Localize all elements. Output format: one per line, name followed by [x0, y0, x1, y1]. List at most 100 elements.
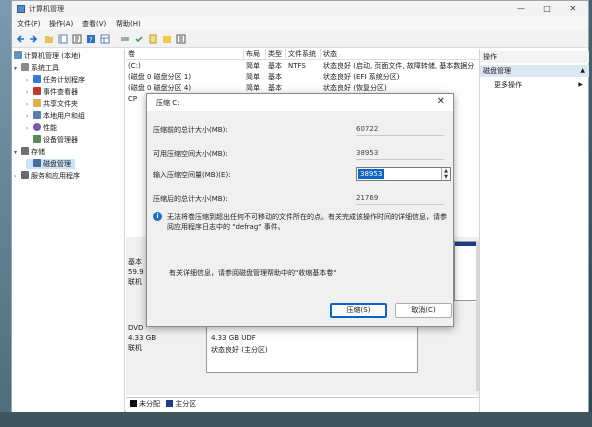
tree-item-label: 共享文件夹	[43, 100, 78, 108]
dvd-status: 联机	[128, 344, 142, 352]
volume-layout: 简单	[246, 62, 260, 70]
actions-section-label: 磁盘管理	[483, 67, 511, 75]
volume-status: 状态良好 (启动, 页面文件, 故障转储, 基本数据分	[323, 62, 475, 70]
chevron-right-icon[interactable]: ›	[26, 101, 33, 108]
chevron-right-icon[interactable]: ›	[26, 89, 33, 96]
volume-row[interactable]: (C:) 简单 基本 NTFS 状态良好 (启动, 页面文件, 故障转储, 基本…	[126, 61, 479, 72]
shrink-amount-label: 输入压缩空间量(MB)(E):	[153, 171, 231, 179]
disk-icon[interactable]	[120, 34, 130, 44]
info-text: 无法将卷压缩到超出任何不可移动的文件所在的点。有关完成该操作时间的详细信息，请参…	[167, 213, 447, 231]
tree-item-label: 事件查看器	[43, 88, 78, 96]
volume-layout: 简单	[246, 73, 260, 81]
primary-swatch-icon	[166, 400, 174, 407]
column-header-layout[interactable]: 布局	[244, 49, 266, 60]
spinner-arrows-icon[interactable]: ▲ ▼	[441, 168, 450, 180]
partition-bar	[455, 242, 477, 246]
properties-icon[interactable]	[72, 34, 82, 44]
chevron-down-icon[interactable]: ▾	[14, 65, 21, 72]
volume-name: (磁盘 0 磁盘分区 1)	[128, 73, 192, 81]
users-icon	[33, 111, 41, 119]
volume-name: CP	[128, 95, 138, 103]
dialog-title-bar: 压缩 C: ✕	[147, 94, 453, 111]
show-tree-icon[interactable]	[58, 34, 68, 44]
chevron-down-icon[interactable]: ▾	[14, 149, 21, 156]
legend: 未分配 主分区	[126, 397, 479, 410]
cancel-button[interactable]: 取消(C)	[395, 303, 452, 318]
services-icon	[21, 171, 29, 179]
chevron-right-icon[interactable]: ›	[26, 113, 33, 120]
menu-action[interactable]: 操作(A)	[49, 19, 73, 29]
tree-item-label: 系统工具	[31, 64, 59, 72]
tree-item-performance[interactable]: › 性能	[26, 123, 57, 133]
tree-item-shared-folders[interactable]: › 共享文件夹	[26, 99, 78, 109]
device-manager-icon	[33, 135, 41, 143]
tree-item-services-apps[interactable]: › 服务和应用程序	[14, 171, 80, 181]
actions-section-disk-management[interactable]: 磁盘管理 ▲	[480, 65, 589, 77]
tree-item-system-tools[interactable]: ▾ 系统工具	[14, 63, 59, 73]
submenu-arrow-icon: ▶	[578, 81, 583, 88]
tree-item-disk-management[interactable]: 磁盘管理	[26, 159, 75, 169]
menu-help[interactable]: 帮助(H)	[116, 19, 141, 29]
dvd-size: 4.33 GB	[128, 334, 157, 342]
volume-type: 基本	[268, 73, 282, 81]
open-icon[interactable]	[162, 34, 172, 44]
forward-arrow-icon[interactable]	[28, 34, 38, 44]
menu-view[interactable]: 查看(V)	[82, 19, 106, 29]
dvd-info[interactable]: DVD 4.33 GB 联机	[128, 323, 188, 353]
shrink-amount-value: 38953	[358, 169, 385, 179]
check-icon[interactable]	[134, 34, 144, 44]
after-size-label: 压缩后的总计大小(MB):	[153, 195, 228, 203]
menu-file[interactable]: 文件(F)	[17, 19, 41, 29]
collapse-up-icon[interactable]: ▲	[580, 65, 585, 77]
shrink-amount-input[interactable]: 38953 ▲ ▼	[356, 167, 451, 181]
shared-folder-icon	[33, 99, 41, 107]
legend-unallocated: 未分配	[139, 400, 160, 408]
tree-item-device-manager[interactable]: 设备管理器	[26, 135, 78, 145]
up-folder-icon[interactable]	[44, 34, 54, 44]
dialog-close-button[interactable]: ✕	[437, 96, 445, 107]
column-header-status[interactable]: 状态	[321, 49, 479, 60]
chevron-right-icon[interactable]: ›	[26, 77, 33, 84]
menu-bar: 文件(F) 操作(A) 查看(V) 帮助(H)	[12, 17, 588, 30]
tree-item-storage[interactable]: ▾ 存储	[14, 147, 45, 157]
computer-icon	[14, 51, 22, 59]
tree-item-label: 本地用户和组	[43, 112, 85, 120]
svg-text:?: ?	[89, 36, 93, 44]
title-bar: 计算机管理 — □ ✕	[12, 1, 588, 17]
minimize-button[interactable]: —	[510, 3, 532, 15]
disk-management-icon	[33, 159, 41, 167]
tree-item-task-scheduler[interactable]: › 任务计划程序	[26, 75, 85, 85]
shrink-amount-row: 输入压缩空间量(MB)(E): 38953 ▲ ▼	[153, 167, 451, 181]
event-viewer-icon	[33, 87, 41, 95]
desktop-strip	[0, 412, 592, 427]
list-icon[interactable]	[176, 34, 186, 44]
clock-icon	[33, 75, 41, 83]
chevron-right-icon[interactable]: ›	[14, 173, 21, 180]
maximize-button[interactable]: □	[536, 3, 558, 15]
column-header-type[interactable]: 类型	[266, 49, 286, 60]
tree-item-computer-management[interactable]: 计算机管理 (本地)	[14, 51, 81, 61]
total-size-row: 压缩前的总计大小(MB): 60722	[153, 122, 444, 136]
column-header-volume[interactable]: 卷	[126, 49, 244, 60]
shrink-button[interactable]: 压缩(S)	[330, 303, 387, 318]
chevron-right-icon[interactable]: ›	[26, 125, 33, 132]
more-actions-item[interactable]: 更多操作 ▶	[480, 79, 589, 91]
document-icon[interactable]	[148, 34, 158, 44]
dvd-partition[interactable]: 4.33 GB UDF 状态良好 (主分区)	[206, 321, 418, 373]
help-icon[interactable]: ?	[86, 34, 96, 44]
legend-primary: 主分区	[175, 400, 197, 408]
column-header-filesystem[interactable]: 文件系统	[286, 49, 321, 60]
shrink-dialog: 压缩 C: ✕ 压缩前的总计大小(MB): 60722 可用压缩空间大小(MB)…	[146, 93, 454, 327]
view-icon[interactable]	[100, 34, 110, 44]
disk0-partition[interactable]	[454, 241, 478, 301]
toolbar: ?	[12, 30, 588, 48]
performance-icon	[33, 123, 41, 131]
tree-item-event-viewer[interactable]: › 事件查看器	[26, 87, 78, 97]
volume-row[interactable]: (磁盘 0 磁盘分区 1) 简单 基本 状态良好 (EFI 系统分区)	[126, 72, 479, 83]
available-size-value: 38953	[356, 149, 379, 157]
help-text: 有关详细信息，请参阅磁盘管理帮助中的"收缩基本卷"	[169, 269, 337, 277]
back-arrow-icon[interactable]	[16, 34, 26, 44]
close-button[interactable]: ✕	[562, 3, 584, 15]
tree-item-local-users[interactable]: › 本地用户和组	[26, 111, 85, 121]
available-size-label: 可用压缩空间大小(MB):	[153, 150, 228, 158]
